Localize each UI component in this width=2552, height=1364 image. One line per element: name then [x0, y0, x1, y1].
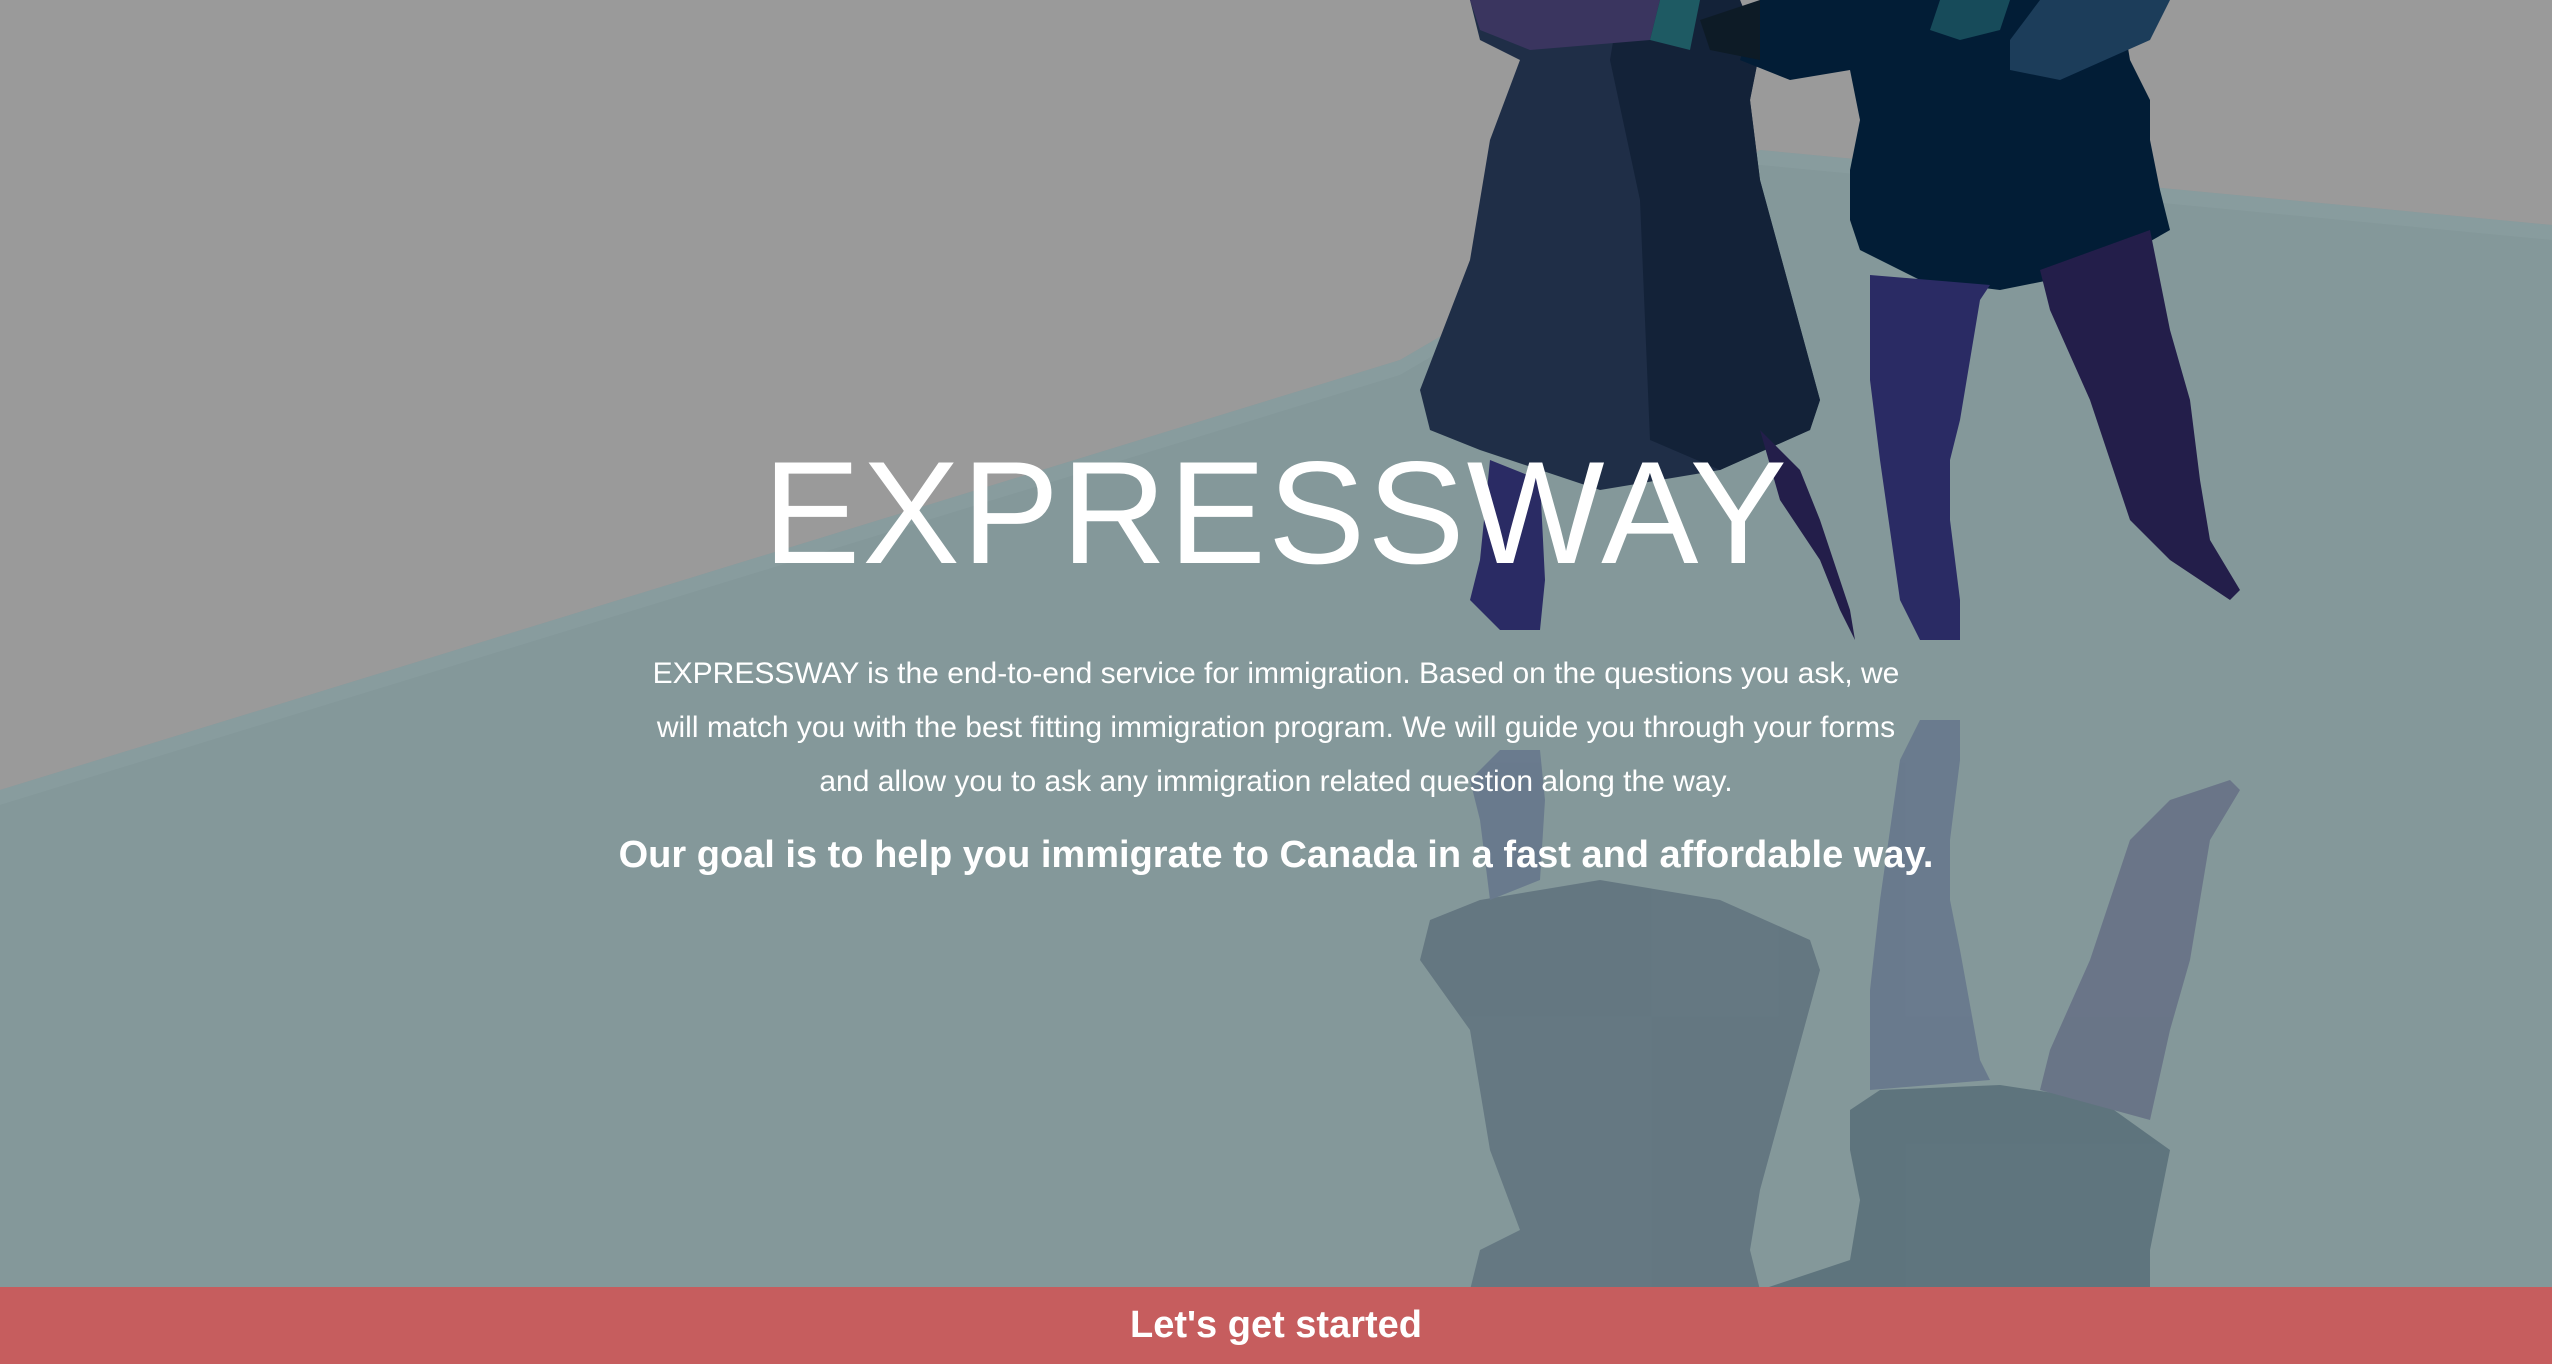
service-description: EXPRESSWAY is the end-to-end service for…: [652, 657, 1900, 798]
brand-title: EXPRESSWAY: [762, 431, 1790, 594]
goal-statement: Our goal is to help you immigrate to Can…: [618, 834, 1934, 876]
get-started-button[interactable]: Let's get started: [0, 1287, 2552, 1364]
hero-section: EXPRESSWAY EXPRESSWAY is the end-to-end …: [0, 420, 2552, 879]
landing-page: EXPRESSWAY EXPRESSWAY is the end-to-end …: [0, 0, 2552, 1364]
